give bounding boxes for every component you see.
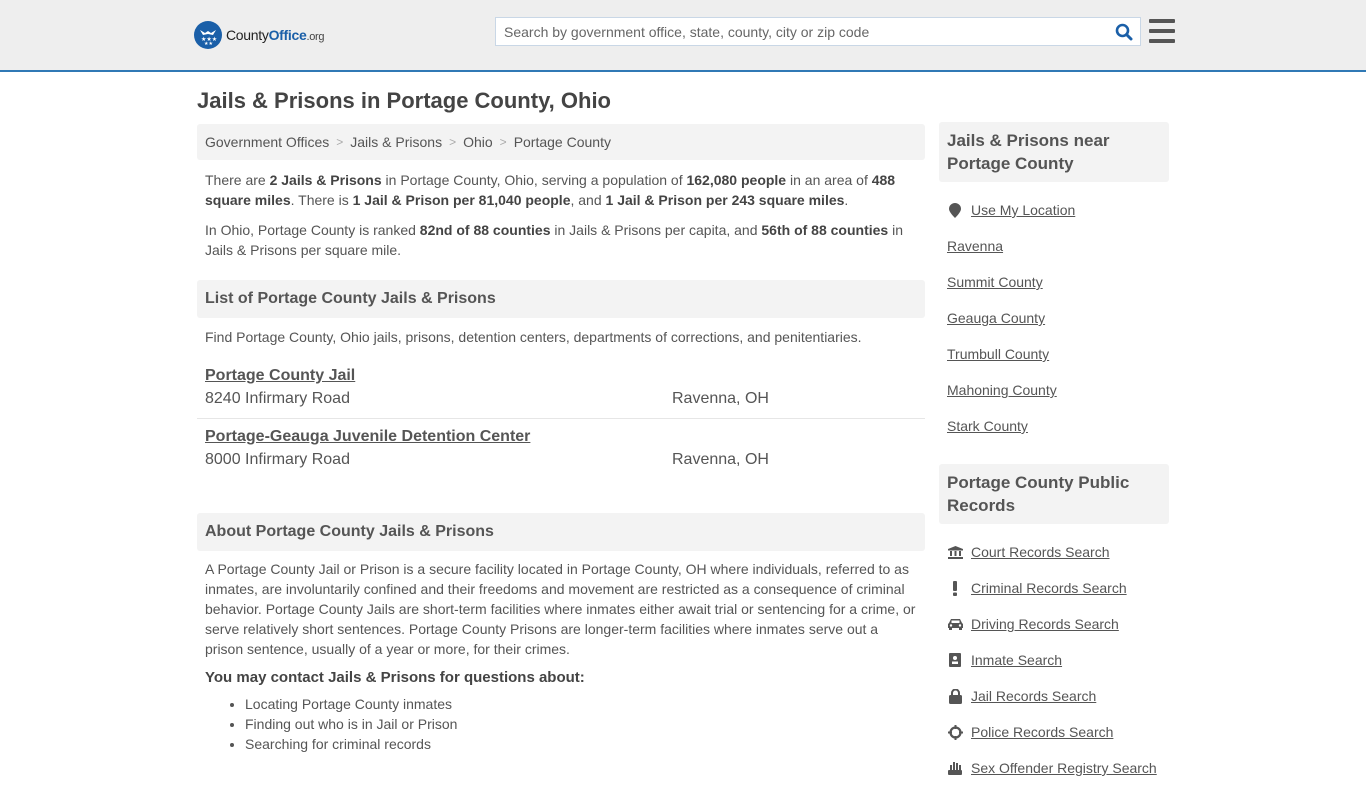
lock-icon	[947, 688, 963, 704]
site-logo[interactable]: ★★★ ★★ CountyOffice.org	[194, 21, 325, 49]
facility-list: Portage County Jail 8240 Infirmary Road …	[197, 358, 925, 479]
nearby-link-trumbull-county[interactable]: Trumbull County	[947, 346, 1049, 362]
use-my-location-link[interactable]: Use My Location	[971, 202, 1075, 218]
facility-item: Portage County Jail 8240 Infirmary Road …	[197, 358, 925, 419]
breadcrumb-separator: >	[336, 135, 344, 149]
hand-icon	[947, 761, 963, 775]
nearby-item: Stark County	[947, 408, 1161, 444]
nearby-item: Ravenna	[947, 228, 1161, 264]
nearby-list: Use My Location Ravenna Summit County Ge…	[939, 182, 1169, 444]
breadcrumb-separator: >	[449, 135, 457, 149]
breadcrumb-portage-county[interactable]: Portage County	[514, 134, 611, 150]
nearby-item: Summit County	[947, 264, 1161, 300]
logo-wordmark: CountyOffice.org	[226, 27, 325, 43]
list-section-heading: List of Portage County Jails & Prisons	[197, 280, 925, 318]
breadcrumb-ohio[interactable]: Ohio	[463, 134, 493, 150]
ranking-paragraph: In Ohio, Portage County is ranked 82nd o…	[205, 222, 903, 258]
facility-city: Ravenna, OH	[672, 390, 769, 407]
id-badge-icon	[947, 653, 963, 667]
site-header: ★★★ ★★ CountyOffice.org	[0, 0, 1366, 72]
public-records-list: Court Records Search Criminal Records Se…	[939, 524, 1169, 786]
record-item: Inmate Search	[947, 642, 1161, 678]
facility-city: Ravenna, OH	[672, 451, 769, 468]
map-marker-icon	[947, 202, 963, 218]
search-button[interactable]	[1108, 18, 1140, 45]
contact-list: Locating Portage County inmates Finding …	[197, 694, 925, 754]
search-bar	[495, 17, 1141, 46]
about-section-heading: About Portage County Jails & Prisons	[197, 513, 925, 551]
nearby-link-ravenna[interactable]: Ravenna	[947, 238, 1003, 254]
nearby-link-mahoning-county[interactable]: Mahoning County	[947, 382, 1057, 398]
main-content: Government Offices > Jails & Prisons > O…	[197, 124, 925, 754]
breadcrumb: Government Offices > Jails & Prisons > O…	[197, 124, 925, 160]
record-item: Sex Offender Registry Search	[947, 750, 1161, 786]
facility-name-link[interactable]: Portage-Geauga Juvenile Detention Center	[205, 427, 530, 447]
record-item: Jail Records Search	[947, 678, 1161, 714]
driving-records-search-link[interactable]: Driving Records Search	[971, 616, 1119, 632]
record-item: Driving Records Search	[947, 606, 1161, 642]
contact-list-item: Locating Portage County inmates	[245, 694, 925, 714]
facility-item: Portage-Geauga Juvenile Detention Center…	[197, 419, 925, 479]
facility-address: 8000 Infirmary Road	[205, 451, 350, 468]
car-icon	[947, 618, 963, 630]
eagle-stars-logo-icon: ★★★ ★★	[194, 21, 222, 49]
list-description: Find Portage County, Ohio jails, prisons…	[205, 329, 862, 345]
breadcrumb-government-offices[interactable]: Government Offices	[205, 134, 329, 150]
courthouse-icon	[947, 545, 963, 559]
nearby-item: Mahoning County	[947, 372, 1161, 408]
page-title: Jails & Prisons in Portage County, Ohio	[197, 88, 611, 113]
court-records-search-link[interactable]: Court Records Search	[971, 544, 1110, 560]
breadcrumb-separator: >	[499, 135, 507, 149]
about-paragraph: A Portage County Jail or Prison is a sec…	[205, 561, 916, 657]
nearby-link-summit-county[interactable]: Summit County	[947, 274, 1043, 290]
jail-records-search-link[interactable]: Jail Records Search	[971, 688, 1096, 704]
public-records-heading: Portage County Public Records	[939, 464, 1169, 524]
search-input[interactable]	[496, 18, 1108, 45]
facility-address: 8240 Infirmary Road	[205, 390, 350, 407]
police-records-search-link[interactable]: Police Records Search	[971, 724, 1113, 740]
sex-offender-registry-search-link[interactable]: Sex Offender Registry Search	[971, 760, 1157, 776]
contact-heading: You may contact Jails & Prisons for ques…	[205, 669, 585, 686]
use-my-location-item: Use My Location	[947, 192, 1161, 228]
contact-list-item: Finding out who is in Jail or Prison	[245, 714, 925, 734]
sidebar: Jails & Prisons near Portage County Use …	[939, 122, 1169, 786]
summary-paragraph: There are 2 Jails & Prisons in Portage C…	[205, 172, 896, 208]
nearby-heading: Jails & Prisons near Portage County	[939, 122, 1169, 182]
facility-name-link[interactable]: Portage County Jail	[205, 366, 355, 386]
record-item: Police Records Search	[947, 714, 1161, 750]
breadcrumb-jails-prisons[interactable]: Jails & Prisons	[350, 134, 442, 150]
record-item: Court Records Search	[947, 534, 1161, 570]
hamburger-menu-icon[interactable]	[1149, 19, 1175, 43]
svg-text:★★: ★★	[204, 41, 213, 46]
exclamation-icon	[947, 580, 963, 596]
contact-list-item: Searching for criminal records	[245, 734, 925, 754]
search-icon	[1115, 23, 1133, 40]
nearby-item: Trumbull County	[947, 336, 1161, 372]
crosshairs-icon	[947, 724, 963, 740]
record-item: Criminal Records Search	[947, 570, 1161, 606]
nearby-link-stark-county[interactable]: Stark County	[947, 418, 1028, 434]
nearby-link-geauga-county[interactable]: Geauga County	[947, 310, 1045, 326]
nearby-item: Geauga County	[947, 300, 1161, 336]
inmate-search-link[interactable]: Inmate Search	[971, 652, 1062, 668]
criminal-records-search-link[interactable]: Criminal Records Search	[971, 580, 1127, 596]
